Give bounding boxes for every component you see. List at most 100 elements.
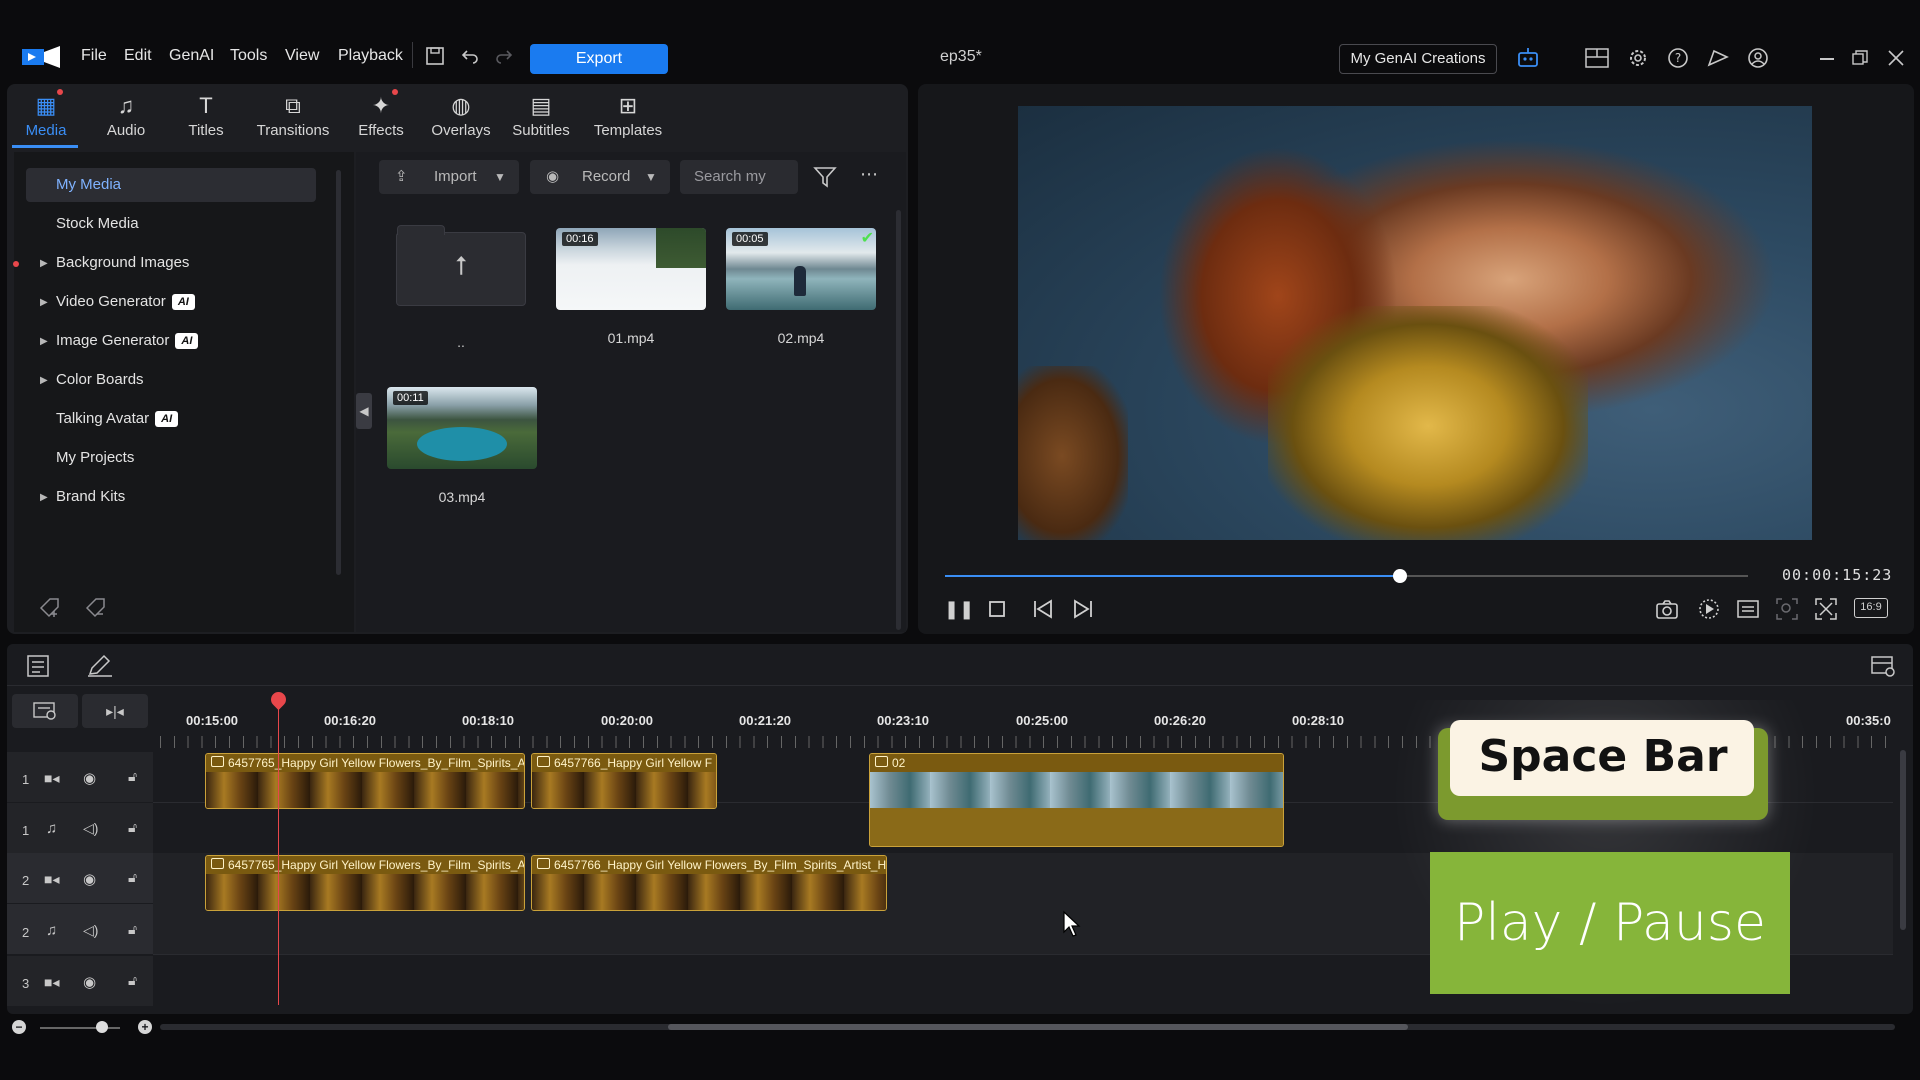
preview-scrubber-handle[interactable]: [1393, 569, 1407, 583]
fit-timeline-button[interactable]: ▸|◂: [82, 694, 148, 728]
unlock-icon[interactable]: 🔓︎: [128, 819, 137, 836]
media-item[interactable]: 00:11 03.mp4: [387, 387, 537, 505]
thumbnail-trees: [656, 228, 706, 268]
sidebar-item-brand-kits[interactable]: Brand Kits: [56, 480, 125, 514]
expand-arrow-icon[interactable]: ▶: [40, 258, 48, 269]
save-icon[interactable]: [425, 46, 445, 66]
preview-video-frame[interactable]: [1018, 106, 1812, 540]
sidebar-item-my-projects[interactable]: My Projects: [56, 441, 134, 475]
tab-subtitles[interactable]: ▤ Subtitles: [501, 92, 581, 146]
tab-templates[interactable]: ⊞ Templates: [588, 92, 668, 146]
track-manager-icon[interactable]: [26, 654, 50, 678]
sidebar-item-color-boards[interactable]: Color Boards: [56, 363, 144, 397]
restore-icon[interactable]: [1852, 50, 1868, 66]
record-button[interactable]: ◉ Record ▼: [530, 160, 670, 194]
unlock-icon[interactable]: 🔓︎: [128, 972, 137, 989]
fullscreen-icon[interactable]: [1815, 598, 1837, 620]
timeline-clip[interactable]: 6457766_Happy Girl Yellow Flowers_By_Fil…: [531, 855, 887, 911]
title-t-icon: T: [199, 93, 213, 118]
eye-icon[interactable]: ◉: [83, 973, 96, 991]
layout-icon[interactable]: [1585, 48, 1609, 68]
previous-frame-icon[interactable]: [1032, 598, 1054, 620]
undo-icon[interactable]: [460, 46, 480, 66]
expand-arrow-icon[interactable]: ▶: [40, 297, 48, 308]
notification-dot: [392, 89, 398, 95]
collapse-sidebar-icon[interactable]: ◀: [356, 393, 372, 429]
timeline-clip[interactable]: 6457765_Happy Girl Yellow Flowers_By_Fil…: [205, 855, 525, 911]
timeline-clip[interactable]: 6457765_Happy Girl Yellow Flowers_By_Fil…: [205, 753, 525, 809]
help-icon[interactable]: ?: [1667, 47, 1689, 69]
timeline-clip[interactable]: 6457766_Happy Girl Yellow F: [531, 753, 717, 809]
import-button[interactable]: ⇪ Import ▼: [379, 160, 519, 194]
menu-playback[interactable]: Playback: [338, 47, 403, 65]
filter-icon[interactable]: [813, 166, 837, 188]
close-icon[interactable]: [1888, 50, 1904, 66]
menu-view[interactable]: View: [285, 47, 319, 65]
zoom-preview-icon[interactable]: [1776, 598, 1798, 620]
unlock-icon[interactable]: 🔓︎: [128, 921, 137, 938]
library-scrollbar[interactable]: [896, 210, 901, 630]
menu-file[interactable]: File: [81, 47, 107, 65]
redo-icon[interactable]: [494, 46, 514, 66]
aspect-ratio-button[interactable]: 16:9: [1854, 598, 1888, 618]
sidebar-item-video-generator[interactable]: Video Generator AI: [56, 285, 195, 319]
account-icon[interactable]: [1747, 47, 1769, 69]
feedback-icon[interactable]: [1706, 47, 1730, 69]
tab-overlays[interactable]: ◍ Overlays: [421, 92, 501, 146]
robot-ai-icon[interactable]: [1516, 46, 1540, 70]
pause-icon[interactable]: ❚❚: [944, 596, 974, 622]
timeline-settings-icon[interactable]: [1870, 654, 1896, 678]
timeline-scroll-thumb[interactable]: [668, 1024, 1408, 1030]
minimize-icon[interactable]: [1820, 58, 1834, 60]
render-preview-icon[interactable]: [1697, 597, 1721, 621]
track-number: 1: [22, 772, 30, 787]
export-button[interactable]: Export: [530, 44, 668, 74]
timeline-clip[interactable]: 02: [869, 753, 1284, 847]
preview-quality-icon[interactable]: [1737, 599, 1759, 619]
remove-tag-icon[interactable]: [84, 596, 108, 620]
sidebar-item-image-generator[interactable]: Image Generator AI: [56, 324, 199, 358]
expand-arrow-icon[interactable]: ▶: [40, 492, 48, 503]
my-genai-creations-button[interactable]: My GenAI Creations: [1339, 44, 1497, 74]
tab-transitions[interactable]: ⧉ Transitions: [253, 92, 333, 146]
unlock-icon[interactable]: 🔓︎: [128, 768, 137, 785]
menu-tools[interactable]: Tools: [230, 47, 267, 65]
timeline-vertical-scrollbar[interactable]: [1900, 750, 1906, 930]
parent-folder[interactable]: ⭡: [396, 225, 526, 306]
expand-arrow-icon[interactable]: ▶: [40, 375, 48, 386]
eye-icon[interactable]: ◉: [83, 769, 96, 787]
zoom-out-icon[interactable]: −: [12, 1020, 26, 1034]
zoom-in-icon[interactable]: +: [138, 1020, 152, 1034]
tab-audio[interactable]: ♫ Audio: [86, 92, 166, 146]
sidebar-scrollbar[interactable]: [336, 170, 341, 575]
zoom-slider-track[interactable]: [40, 1027, 120, 1029]
sidebar-item-my-media[interactable]: My Media: [56, 168, 121, 202]
menu-edit[interactable]: Edit: [124, 47, 152, 65]
unlock-icon[interactable]: 🔓︎: [128, 869, 137, 886]
tab-media[interactable]: ▦ Media: [6, 92, 86, 146]
add-tag-icon[interactable]: [38, 596, 62, 620]
menu-genai[interactable]: GenAI: [169, 47, 214, 65]
sidebar-item-talking-avatar[interactable]: Talking Avatar AI: [56, 402, 179, 436]
video-clip-icon: [211, 858, 224, 869]
sidebar-item-background-images[interactable]: Background Images: [56, 246, 189, 280]
gear-icon[interactable]: [1627, 47, 1649, 69]
next-frame-icon[interactable]: [1072, 598, 1094, 620]
speaker-icon[interactable]: ◁): [83, 820, 98, 837]
edit-pen-icon[interactable]: [86, 654, 114, 678]
tab-titles[interactable]: T Titles: [166, 92, 246, 146]
zoom-slider-handle[interactable]: [96, 1021, 108, 1033]
expand-arrow-icon[interactable]: ▶: [40, 336, 48, 347]
key-cap-label: Space Bar: [1478, 731, 1728, 782]
search-input[interactable]: Search my: [680, 160, 798, 194]
media-item[interactable]: 00:16 01.mp4: [556, 228, 706, 346]
media-item[interactable]: 00:05 ✔ 02.mp4: [726, 228, 876, 346]
tab-effects[interactable]: ✦ Effects: [341, 92, 421, 146]
more-options-icon[interactable]: ⋯: [860, 164, 878, 185]
snapshot-camera-icon[interactable]: [1655, 598, 1679, 620]
stop-icon[interactable]: [988, 600, 1006, 618]
speaker-icon[interactable]: ◁): [83, 922, 98, 939]
add-track-button[interactable]: [12, 694, 78, 728]
eye-icon[interactable]: ◉: [83, 870, 96, 888]
sidebar-item-stock-media[interactable]: Stock Media: [56, 207, 139, 241]
